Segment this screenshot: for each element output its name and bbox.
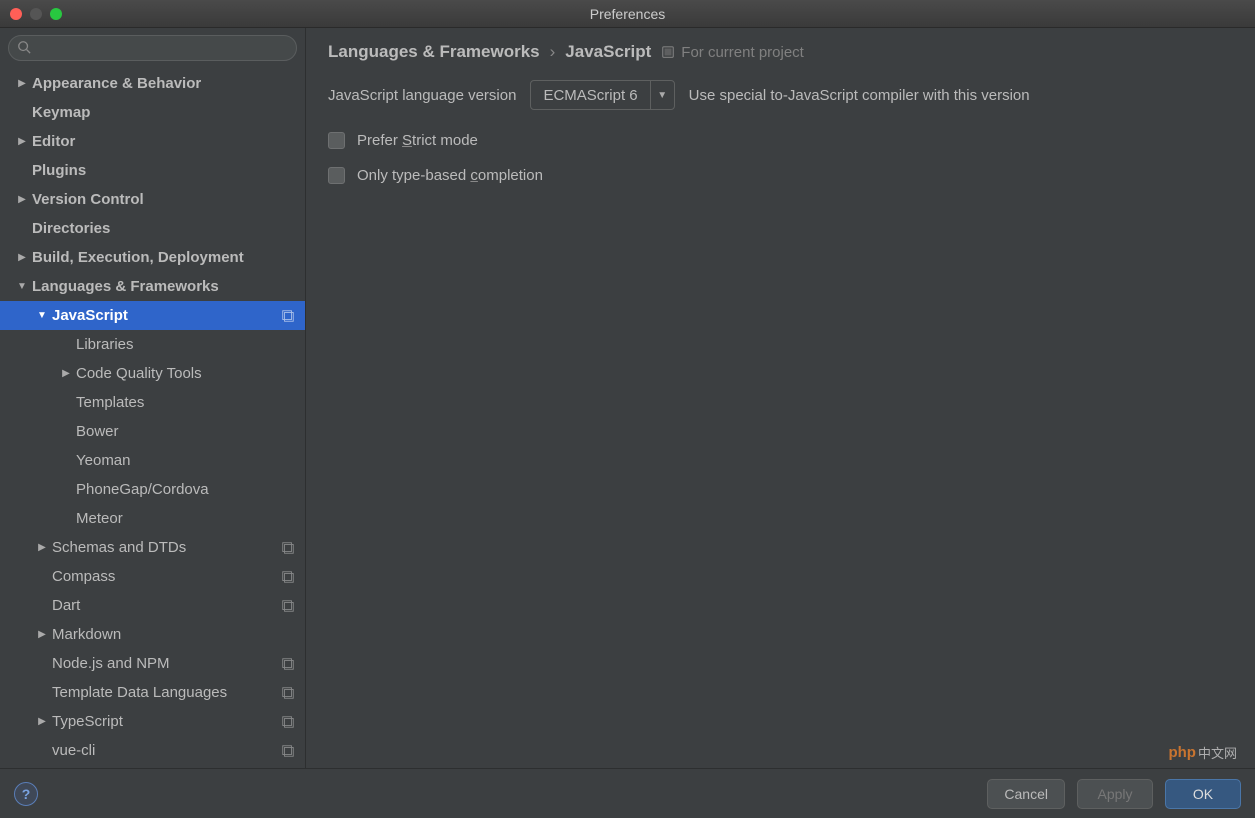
scope-label: For current project (661, 44, 804, 61)
tree-item-label: Editor (32, 133, 295, 150)
search-input[interactable] (8, 35, 297, 61)
window-title: Preferences (0, 6, 1255, 22)
tree-item-phonegap-cordova[interactable]: PhoneGap/Cordova (0, 475, 305, 504)
project-scope-icon (661, 45, 675, 59)
project-scope-icon (281, 570, 295, 584)
tree-item-label: Version Control (32, 191, 295, 208)
tree-item-appearance-behavior[interactable]: ▶ Appearance & Behavior (0, 69, 305, 98)
ok-button[interactable]: OK (1165, 779, 1241, 809)
tree-item-bower[interactable]: Bower (0, 417, 305, 446)
main-panel: Languages & Frameworks › JavaScript For … (306, 28, 1255, 768)
tree-item-label: Bower (76, 423, 295, 440)
tree-item-label: vue-cli (52, 742, 277, 759)
tree-item-keymap[interactable]: Keymap (0, 98, 305, 127)
tree-item-label: Templates (76, 394, 295, 411)
tree-item-typescript[interactable]: ▶ TypeScript (0, 707, 305, 736)
tree-item-label: Appearance & Behavior (32, 75, 295, 92)
tree-item-markdown[interactable]: ▶ Markdown (0, 620, 305, 649)
tree-item-template-data-languages[interactable]: Template Data Languages (0, 678, 305, 707)
type-completion-label: Only type-based completion (357, 167, 543, 184)
tree-item-label: Node.js and NPM (52, 655, 277, 672)
titlebar: Preferences (0, 0, 1255, 28)
tree-item-label: JavaScript (52, 307, 277, 324)
prefer-strict-checkbox[interactable] (328, 132, 345, 149)
tree-item-meteor[interactable]: Meteor (0, 504, 305, 533)
tree-item-templates[interactable]: Templates (0, 388, 305, 417)
tree-item-label: Meteor (76, 510, 295, 527)
project-scope-icon (281, 599, 295, 613)
tree-arrow-icon: ▼ (36, 310, 48, 321)
tree-item-label: Template Data Languages (52, 684, 277, 701)
tree-item-version-control[interactable]: ▶ Version Control (0, 185, 305, 214)
tree-item-libraries[interactable]: Libraries (0, 330, 305, 359)
tree-item-vue-cli[interactable]: vue-cli (0, 736, 305, 765)
prefer-strict-label: Prefer Strict mode (357, 132, 478, 149)
lang-version-select[interactable]: ECMAScript 6 ▼ (530, 80, 674, 110)
tree-item-label: PhoneGap/Cordova (76, 481, 295, 498)
sidebar: ▶ Appearance & Behavior Keymap ▶ Editor Plugi… (0, 28, 306, 768)
tree-item-label: Keymap (32, 104, 295, 121)
tree-item-schemas-and-dtds[interactable]: ▶ Schemas and DTDs (0, 533, 305, 562)
tree-item-label: Libraries (76, 336, 295, 353)
project-scope-icon (281, 541, 295, 555)
tree-item-label: Build, Execution, Deployment (32, 249, 295, 266)
tree-item-dart[interactable]: Dart (0, 591, 305, 620)
tree-item-compass[interactable]: Compass (0, 562, 305, 591)
type-completion-row[interactable]: Only type-based completion (328, 167, 1233, 184)
tree-item-directories[interactable]: Directories (0, 214, 305, 243)
tree-arrow-icon: ▶ (36, 542, 48, 553)
lang-version-label: JavaScript language version (328, 87, 516, 104)
type-completion-checkbox[interactable] (328, 167, 345, 184)
project-scope-icon (281, 657, 295, 671)
breadcrumb-separator: › (550, 42, 556, 62)
project-scope-icon (281, 744, 295, 758)
search-icon (17, 40, 31, 54)
tree-item-editor[interactable]: ▶ Editor (0, 127, 305, 156)
breadcrumb-parent[interactable]: Languages & Frameworks (328, 42, 540, 62)
tree-arrow-icon: ▶ (16, 194, 28, 205)
project-scope-icon (281, 686, 295, 700)
chevron-down-icon: ▼ (650, 81, 674, 109)
tree-arrow-icon: ▶ (16, 252, 28, 263)
tree-item-label: Schemas and DTDs (52, 539, 277, 556)
tree-item-label: Code Quality Tools (76, 365, 295, 382)
tree-item-label: Yeoman (76, 452, 295, 469)
cancel-button[interactable]: Cancel (987, 779, 1065, 809)
tree-item-code-quality-tools[interactable]: ▶ Code Quality Tools (0, 359, 305, 388)
project-scope-icon (281, 715, 295, 729)
tree-arrow-icon: ▶ (60, 368, 72, 379)
project-scope-icon (281, 309, 295, 323)
tree-arrow-icon: ▶ (16, 136, 28, 147)
settings-tree: ▶ Appearance & Behavior Keymap ▶ Editor Plugi… (0, 65, 305, 768)
tree-item-label: Languages & Frameworks (32, 278, 295, 295)
breadcrumb-current: JavaScript (565, 42, 651, 62)
tree-arrow-icon: ▶ (36, 629, 48, 640)
tree-item-label: Compass (52, 568, 277, 585)
tree-item-label: TypeScript (52, 713, 277, 730)
apply-button[interactable]: Apply (1077, 779, 1153, 809)
tree-item-label: Markdown (52, 626, 295, 643)
tree-item-label: Dart (52, 597, 277, 614)
watermark: php中文网 (1168, 743, 1237, 762)
tree-item-languages-frameworks[interactable]: ▼ Languages & Frameworks (0, 272, 305, 301)
tree-item-label: Directories (32, 220, 295, 237)
prefer-strict-row[interactable]: Prefer Strict mode (328, 132, 1233, 149)
tree-arrow-icon: ▼ (16, 281, 28, 292)
tree-item-node-js-and-npm[interactable]: Node.js and NPM (0, 649, 305, 678)
help-button[interactable]: ? (14, 782, 38, 806)
tree-item-label: Plugins (32, 162, 295, 179)
lang-version-hint: Use special to-JavaScript compiler with … (689, 87, 1030, 104)
tree-item-build-execution-deployment[interactable]: ▶ Build, Execution, Deployment (0, 243, 305, 272)
breadcrumb: Languages & Frameworks › JavaScript For … (328, 42, 1233, 62)
footer: ? Cancel Apply OK (0, 768, 1255, 818)
tree-item-javascript[interactable]: ▼ JavaScript (0, 301, 305, 330)
tree-item-yeoman[interactable]: Yeoman (0, 446, 305, 475)
tree-arrow-icon: ▶ (36, 716, 48, 727)
tree-item-plugins[interactable]: Plugins (0, 156, 305, 185)
tree-arrow-icon: ▶ (16, 78, 28, 89)
lang-version-value: ECMAScript 6 (531, 87, 649, 104)
